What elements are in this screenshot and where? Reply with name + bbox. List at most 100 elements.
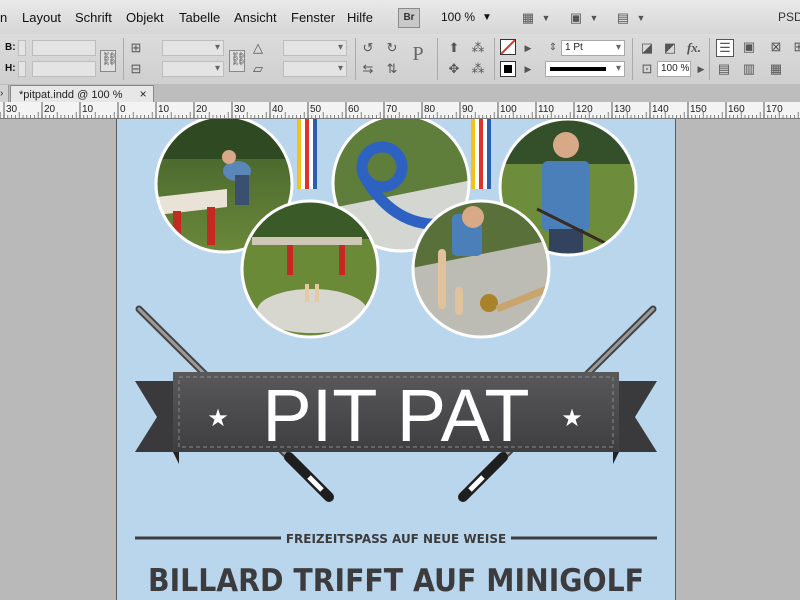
banner-star-right: ★ (561, 405, 583, 432)
menu-objekt[interactable]: Objekt (126, 10, 164, 25)
zoom-dropdown-icon[interactable]: ▼ (482, 12, 492, 23)
separator (123, 38, 124, 80)
separator (355, 38, 356, 80)
ruler-label: 30 (234, 104, 246, 115)
select-content-icon[interactable]: ✥ (446, 61, 462, 77)
opacity-chevron-icon[interactable]: ▶ (693, 61, 709, 77)
menu-layout[interactable]: Layout (22, 10, 61, 25)
stroke-type-dropdown[interactable] (545, 61, 625, 77)
stroke-type-preview (550, 67, 606, 71)
scale-y-input[interactable] (162, 61, 224, 77)
text-wrap-jump-icon[interactable]: ▥ (741, 61, 757, 77)
ruler-label: 150 (690, 104, 707, 115)
ruler-label: 60 (348, 104, 360, 115)
rotate-input[interactable] (283, 40, 347, 56)
fx-icon[interactable]: fx. (686, 40, 702, 56)
constrain-scale-icon[interactable]: ⛓ (229, 50, 247, 72)
select-container-icon[interactable]: ⬆ (446, 40, 462, 56)
ruler-label: 50 (310, 104, 322, 115)
ruler-label: 160 (728, 104, 745, 115)
rotate-cw-icon[interactable]: ↻ (384, 40, 400, 56)
ruler-label: 170 (766, 104, 783, 115)
close-tab-icon[interactable]: × (140, 87, 147, 101)
arrange-chevron-icon[interactable]: ▼ (633, 10, 649, 26)
proxy-indicator-icon: P (412, 43, 424, 65)
flip-h-icon[interactable]: ⇆ (360, 61, 376, 77)
stroke-weight-arrows-icon[interactable]: ⇕ (545, 40, 561, 56)
ruler-label: 140 (652, 104, 669, 115)
text-wrap-bbox-icon[interactable]: ▣ (741, 39, 757, 55)
constrain-proportions-icon[interactable]: ⛓ (100, 50, 118, 72)
menu-hilfe[interactable]: Hilfe (347, 10, 373, 25)
frame-fit-content-icon[interactable]: ⊞ (791, 39, 800, 55)
ruler-label: 130 (614, 104, 631, 115)
fill-none-icon[interactable] (500, 39, 516, 55)
document-tab[interactable]: *pitpat.indd @ 100 % × (10, 85, 154, 103)
screen-mode-chevron-icon[interactable]: ▼ (586, 10, 602, 26)
fill-chevron-icon[interactable]: ▶ (520, 40, 536, 56)
ribbon-stripes-right (471, 119, 491, 189)
shear-input[interactable] (283, 61, 347, 77)
tab-scroll-left-icon[interactable]: › (0, 85, 9, 102)
separator (709, 38, 710, 80)
scale-y-icon: ⊟ (130, 61, 142, 76)
opacity-icon: ⊡ (641, 61, 653, 76)
select-previous-icon[interactable]: ⁂ (470, 61, 486, 77)
frame-center-icon[interactable]: ▦ (768, 61, 784, 77)
menu-fenster[interactable]: Fenster (291, 10, 335, 25)
width-input[interactable] (32, 40, 96, 56)
ruler-label: 70 (386, 104, 398, 115)
horizontal-ruler[interactable]: 30 20 10 0 10 20 30 40 50 60 70 80 90 100 110 120 130 140… (0, 102, 800, 119)
bridge-button[interactable]: Br (398, 8, 420, 28)
ruler-label: 10 (82, 104, 94, 115)
stroke-weight-input[interactable]: 1 Pt (561, 40, 625, 56)
view-options-icon[interactable]: ▦ (520, 10, 536, 26)
ruler-scale: 30 20 10 0 10 20 30 40 50 60 70 80 90 100 110 120 130 140… (0, 102, 799, 118)
ruler-label: 20 (196, 104, 208, 115)
view-options-chevron-icon[interactable]: ▼ (538, 10, 554, 26)
document-tab-bar: › *pitpat.indd @ 100 % × (0, 84, 800, 103)
ruler-label: 120 (576, 104, 593, 115)
ruler-label: 20 (44, 104, 56, 115)
workspace-label[interactable]: PSD (778, 10, 800, 24)
ruler-label: 90 (462, 104, 474, 115)
scale-x-input[interactable] (162, 40, 224, 56)
poster-tagline: FREIZEITSPASS AUF NEUE WEISE (286, 532, 506, 546)
separator (632, 38, 633, 80)
text-wrap-none-icon[interactable]: ☰ (716, 39, 734, 57)
poster-title: PIT PAT (262, 374, 529, 457)
menu-tabelle[interactable]: Tabelle (179, 10, 220, 25)
opacity-input[interactable]: 100 % (657, 61, 691, 77)
rotate-angle-icon: △ (253, 40, 263, 55)
menu-ansicht[interactable]: Ansicht (234, 10, 277, 25)
height-label: H: (5, 63, 16, 74)
height-input[interactable] (32, 61, 96, 77)
arrange-documents-icon[interactable]: ▤ (615, 10, 631, 26)
menu-bar: n Layout Schrift Objekt Tabelle Ansicht … (0, 0, 800, 35)
select-next-icon[interactable]: ⁂ (470, 40, 486, 56)
height-arrow[interactable] (18, 61, 26, 77)
ruler-label: 0 (120, 104, 126, 115)
rotate-ccw-icon[interactable]: ↺ (360, 40, 376, 56)
poster-headline: BILLARD TRIFFT AUF MINIGOLF (148, 563, 644, 599)
shear-angle-icon: ▱ (253, 61, 263, 76)
drop-shadow-icon[interactable]: ◪ (639, 40, 655, 56)
stroke-chevron-icon[interactable]: ▶ (520, 61, 536, 77)
menu-schrift[interactable]: Schrift (75, 10, 112, 25)
frame-fit-icon[interactable]: ⊠ (768, 39, 784, 55)
text-wrap-shape-icon[interactable]: ▤ (716, 61, 732, 77)
stroke-black-icon[interactable] (500, 61, 516, 77)
ruler-label: 10 (158, 104, 170, 115)
effects-shadow-icon[interactable]: ◩ (662, 40, 678, 56)
width-arrow[interactable] (18, 40, 26, 56)
flip-v-icon[interactable]: ⇅ (384, 61, 400, 77)
screen-mode-icon[interactable]: ▣ (568, 10, 584, 26)
banner-star-left: ★ (207, 405, 229, 432)
separator (494, 38, 495, 80)
ruler-label: 80 (424, 104, 436, 115)
zoom-level[interactable]: 100 % (441, 10, 475, 24)
document-page[interactable]: ★ ★ PIT PAT FREIZEITSPASS AUF NEUE WEISE… (116, 119, 676, 600)
menu-datei-partial[interactable]: n (0, 10, 7, 25)
separator (437, 38, 438, 80)
control-bar: B: H: ⛓ ⊞ ⊟ ⛓ △ ▱ ↺ ↻ ⇆ ⇅ P ⬆ ⁂ ✥ ⁂ ▶ ▶ … (0, 34, 800, 85)
